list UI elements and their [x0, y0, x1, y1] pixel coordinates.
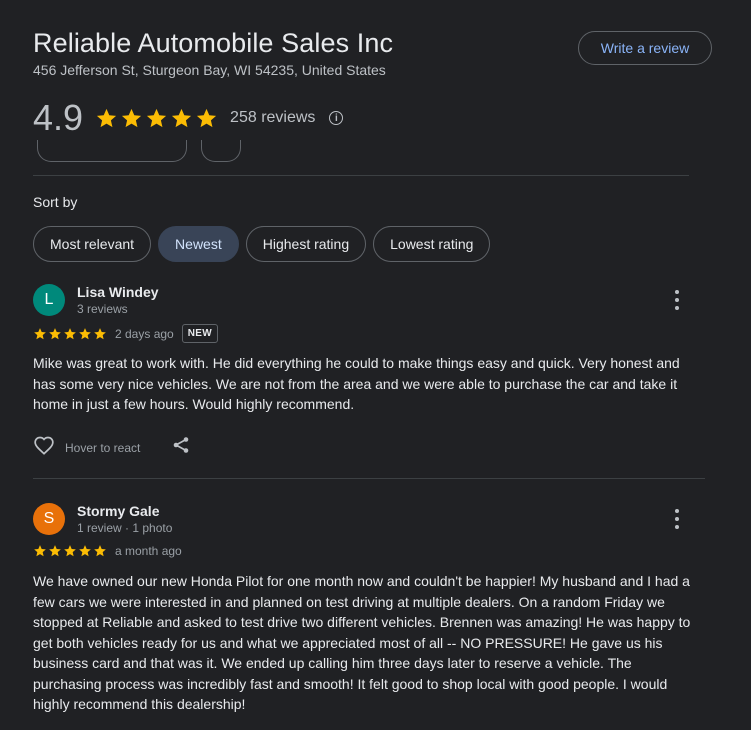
write-review-button[interactable]: Write a review [578, 31, 712, 65]
star-icon [49, 545, 61, 557]
sort-chip-newest[interactable]: Newest [158, 226, 239, 262]
reviewer-meta: 3 reviews [77, 302, 128, 316]
star-icon [34, 545, 46, 557]
review-card: S Stormy Gale 1 review · 1 photo a month… [33, 503, 693, 723]
reviewer-meta: 1 review · 1 photo [77, 521, 173, 535]
review-stars [33, 544, 107, 558]
sort-chip-highest-rating[interactable]: Highest rating [245, 226, 367, 262]
average-rating: 4.9 [33, 97, 84, 138]
review-text: We have owned our new Honda Pilot for on… [33, 573, 691, 712]
review-text: Mike was great to work with. He did ever… [33, 355, 680, 412]
star-icon [196, 108, 217, 127]
star-icon [49, 327, 61, 339]
filter-chip-partial[interactable] [37, 140, 187, 162]
review-card: L Lisa Windey 3 reviews 2 days ago NEW M… [33, 284, 693, 464]
star-icon [121, 108, 142, 127]
heart-outline-icon[interactable] [33, 435, 55, 460]
reviewer-name[interactable]: Stormy Gale [77, 503, 159, 519]
divider [33, 175, 689, 176]
sort-by-label: Sort by [33, 194, 78, 210]
review-time: a month ago [115, 544, 182, 558]
avatar[interactable]: S [33, 503, 65, 535]
sort-chips: Most relevant Newest Highest rating Lowest … [33, 226, 491, 262]
review-count: 258 reviews [230, 109, 316, 126]
divider [33, 478, 705, 479]
sort-chip-most-relevant[interactable]: Most relevant [33, 226, 152, 262]
business-address: 456 Jefferson St, Sturgeon Bay, WI 54235… [33, 62, 386, 78]
star-icon [79, 327, 91, 339]
sort-chip-lowest-rating[interactable]: Lowest rating [373, 226, 491, 262]
star-icon [79, 545, 91, 557]
star-icon [146, 108, 167, 127]
star-icon [94, 545, 106, 557]
rating-summary: 4.9 258 reviews i [33, 97, 344, 139]
star-icon [96, 108, 117, 127]
share-icon[interactable] [172, 436, 190, 459]
star-icon [94, 327, 106, 339]
reviewer-name[interactable]: Lisa Windey [77, 284, 159, 300]
more-vert-icon[interactable] [669, 290, 685, 310]
star-icon [34, 327, 46, 339]
review-time: 2 days ago [115, 326, 174, 341]
star-icon [64, 327, 76, 339]
rating-stars [95, 107, 218, 130]
filter-chip-partial[interactable] [201, 140, 241, 162]
info-icon[interactable]: i [329, 111, 344, 125]
more-vert-icon[interactable] [669, 509, 685, 529]
avatar[interactable]: L [33, 284, 65, 316]
star-icon [64, 545, 76, 557]
new-badge: NEW [181, 324, 218, 343]
review-stars [33, 327, 107, 341]
react-label: Hover to react [65, 440, 141, 455]
business-title: Reliable Automobile Sales Inc [33, 28, 394, 58]
star-icon [171, 108, 192, 127]
